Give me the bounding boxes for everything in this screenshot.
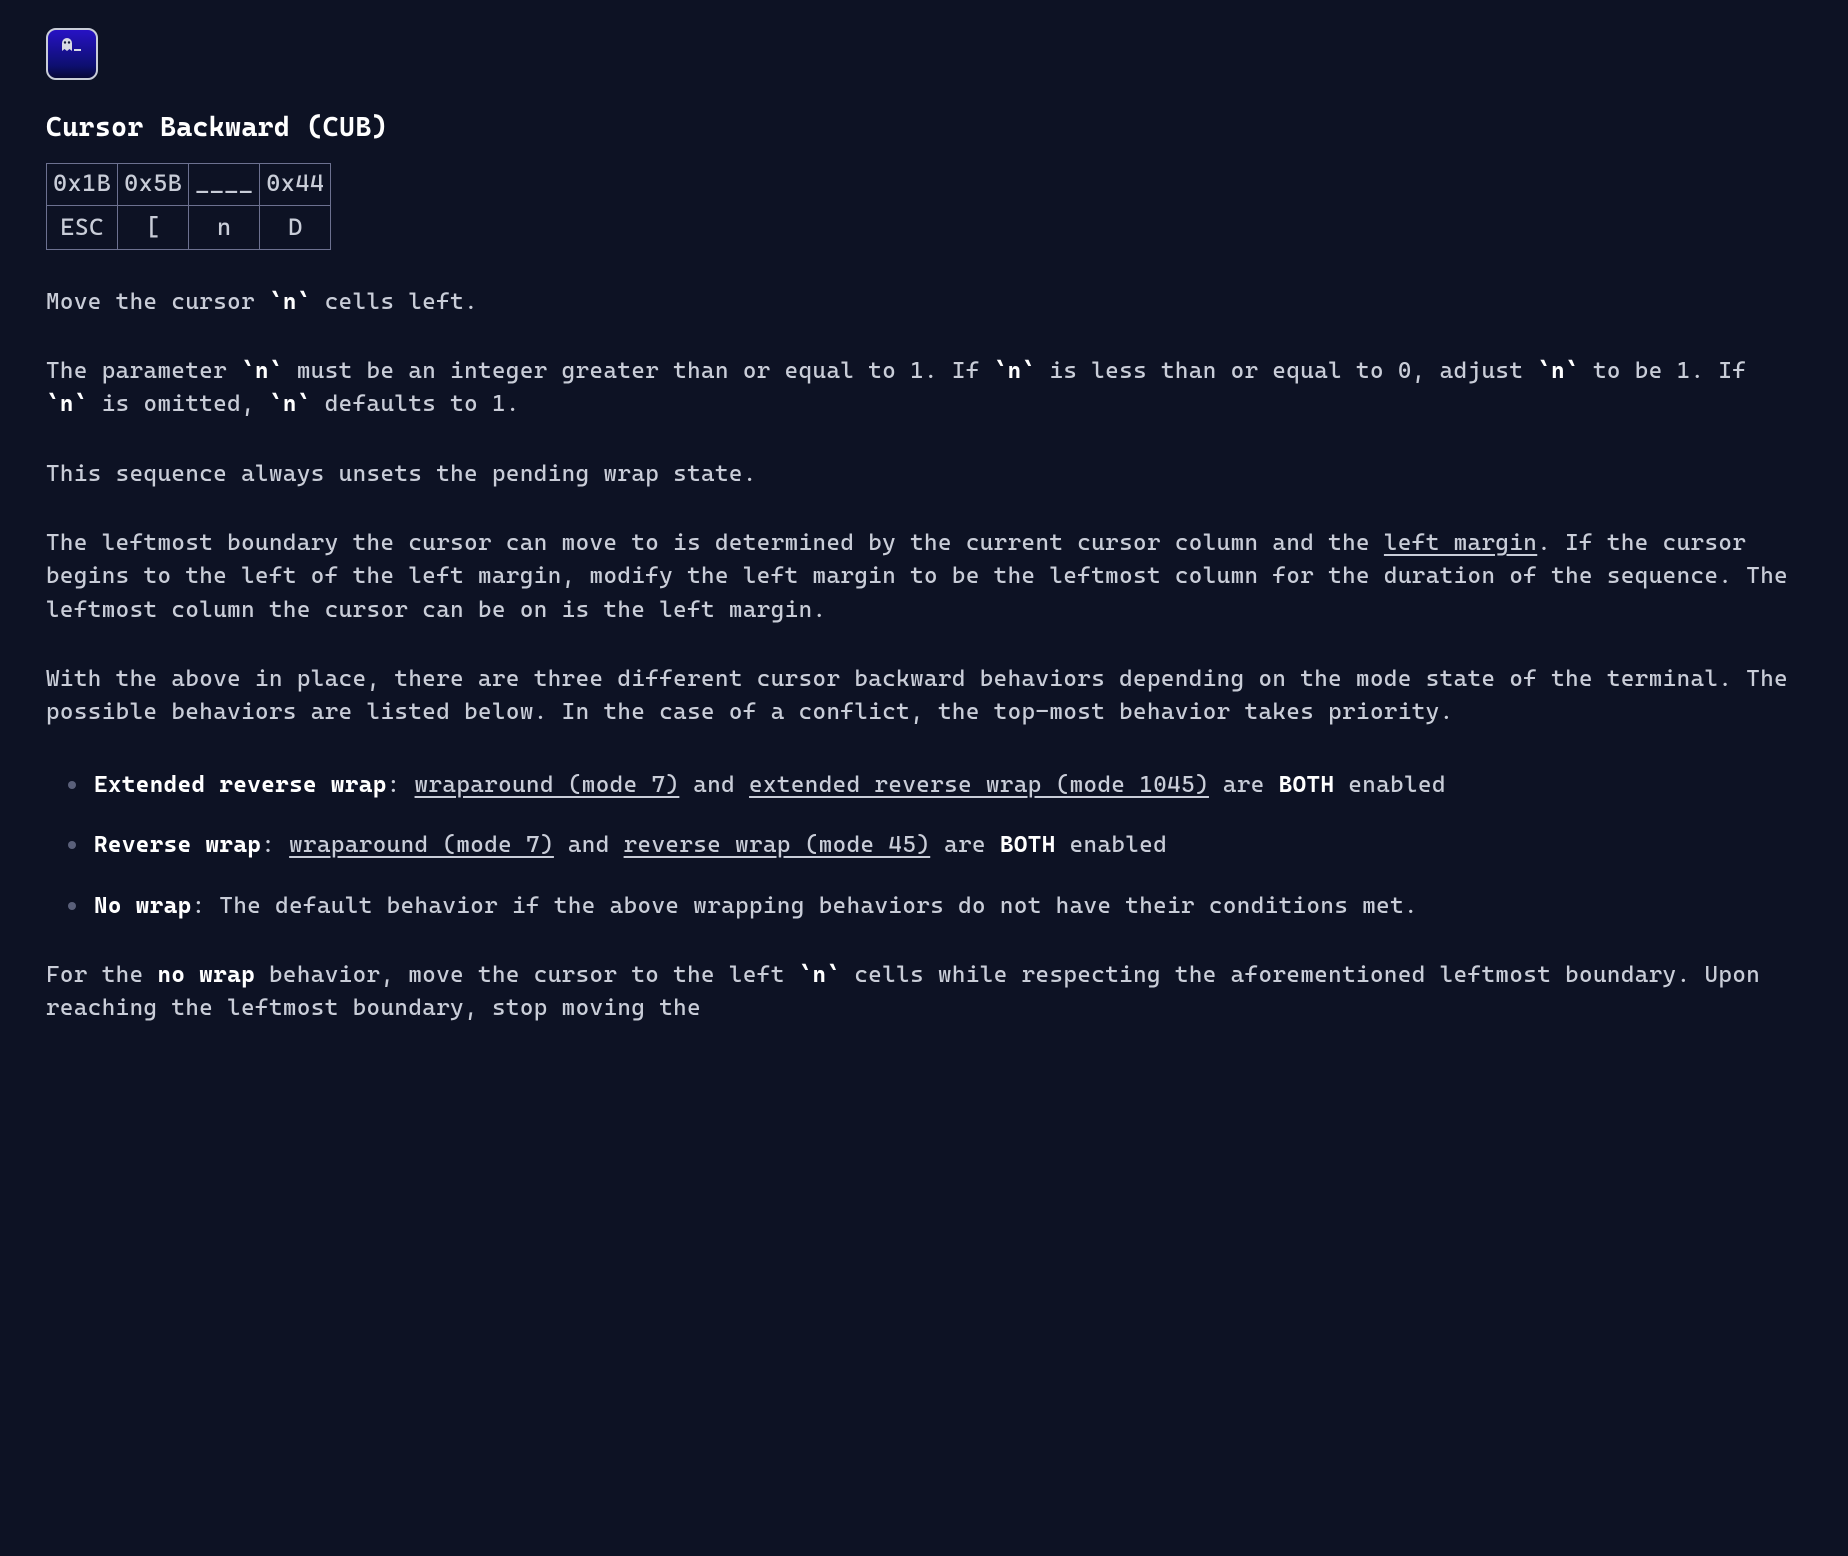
seq-hex-bracket: 0x5B bbox=[118, 164, 189, 206]
beh-no-wrap: No wrap bbox=[94, 893, 192, 919]
seq-chr-bracket: [ bbox=[118, 205, 189, 249]
link-mode-7[interactable]: wraparound (mode 7) bbox=[289, 832, 554, 858]
code-n: `n` bbox=[269, 289, 311, 315]
code-n: `n` bbox=[269, 391, 311, 417]
sequence-table: 0x1B 0x5B ____ 0x44 ESC [ n D bbox=[46, 163, 331, 250]
code-n: `n` bbox=[241, 358, 283, 384]
code-n: `n` bbox=[994, 358, 1036, 384]
seq-hex-final: 0x44 bbox=[260, 164, 331, 206]
para-param: The parameter `n` must be an integer gre… bbox=[46, 355, 1802, 422]
seq-chr-esc: ESC bbox=[47, 205, 118, 249]
no-wrap-label: no wrap bbox=[158, 962, 256, 988]
list-item: No wrap: The default behavior if the abo… bbox=[90, 887, 1802, 923]
beh-rev-wrap: Reverse wrap bbox=[94, 832, 261, 858]
seq-hex-esc: 0x1B bbox=[47, 164, 118, 206]
both-label: BOTH bbox=[1279, 772, 1335, 798]
para-unset-wrap: This sequence always unsets the pending … bbox=[46, 458, 1802, 491]
para-move: Move the cursor `n` cells left. bbox=[46, 286, 1802, 319]
para-behaviors-intro: With the above in place, there are three… bbox=[46, 663, 1802, 730]
both-label: BOTH bbox=[1000, 832, 1056, 858]
ghost-icon bbox=[61, 37, 83, 53]
link-left-margin[interactable]: left margin bbox=[1384, 530, 1537, 556]
link-mode-7[interactable]: wraparound (mode 7) bbox=[415, 772, 680, 798]
page-title: Cursor Backward (CUB) bbox=[46, 108, 1802, 147]
seq-chr-final: D bbox=[260, 205, 331, 249]
app-logo-link[interactable] bbox=[46, 28, 98, 80]
code-n: `n` bbox=[799, 962, 841, 988]
page: Cursor Backward (CUB) 0x1B 0x5B ____ 0x4… bbox=[0, 0, 1848, 1026]
behavior-list: Extended reverse wrap: wraparound (mode … bbox=[46, 766, 1802, 923]
list-item: Extended reverse wrap: wraparound (mode … bbox=[90, 766, 1802, 802]
seq-chr-param: n bbox=[189, 205, 260, 249]
link-mode-1045[interactable]: extended reverse wrap (mode 1045) bbox=[749, 772, 1209, 798]
beh-ext-rev-wrap: Extended reverse wrap bbox=[94, 772, 387, 798]
para-left-margin: The leftmost boundary the cursor can mov… bbox=[46, 527, 1802, 627]
code-n: `n` bbox=[1537, 358, 1579, 384]
para-no-wrap: For the no wrap behavior, move the curso… bbox=[46, 959, 1802, 1026]
code-n: `n` bbox=[46, 391, 88, 417]
list-item: Reverse wrap: wraparound (mode 7) and re… bbox=[90, 826, 1802, 862]
seq-hex-param: ____ bbox=[189, 164, 260, 206]
link-mode-45[interactable]: reverse wrap (mode 45) bbox=[624, 832, 931, 858]
